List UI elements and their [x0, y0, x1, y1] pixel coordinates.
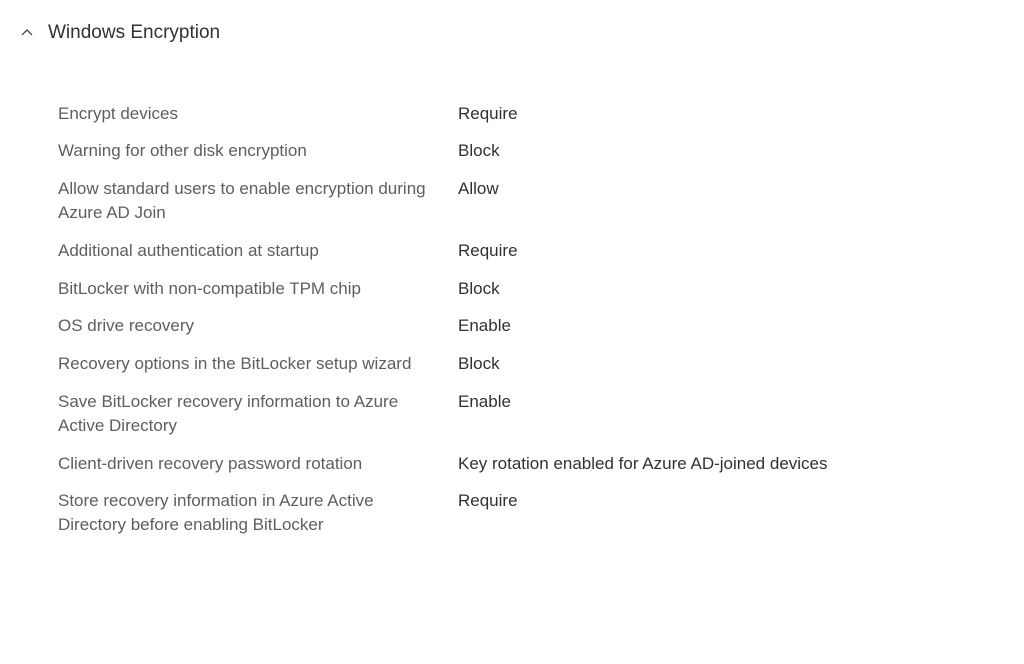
setting-value: Key rotation enabled for Azure AD-joined… [458, 452, 1004, 476]
setting-row: BitLocker with non-compatible TPM chip B… [58, 277, 1004, 301]
setting-row: Warning for other disk encryption Block [58, 139, 1004, 163]
setting-label: Recovery options in the BitLocker setup … [58, 352, 458, 376]
setting-label: Warning for other disk encryption [58, 139, 458, 163]
setting-label: BitLocker with non-compatible TPM chip [58, 277, 458, 301]
setting-value: Block [458, 277, 1004, 301]
setting-label: Allow standard users to enable encryptio… [58, 177, 458, 225]
setting-label: OS drive recovery [58, 314, 458, 338]
chevron-up-icon [20, 26, 34, 40]
setting-label: Store recovery information in Azure Acti… [58, 489, 458, 537]
section-title: Windows Encryption [48, 20, 220, 47]
setting-value: Require [458, 239, 1004, 263]
setting-row: Client-driven recovery password rotation… [58, 452, 1004, 476]
settings-list: Encrypt devices Require Warning for othe… [20, 102, 1004, 537]
setting-label: Encrypt devices [58, 102, 458, 126]
setting-value: Enable [458, 390, 1004, 414]
setting-value: Enable [458, 314, 1004, 338]
setting-row: Store recovery information in Azure Acti… [58, 489, 1004, 537]
setting-row: Save BitLocker recovery information to A… [58, 390, 1004, 438]
setting-value: Require [458, 102, 1004, 126]
setting-value: Require [458, 489, 1004, 513]
setting-row: Encrypt devices Require [58, 102, 1004, 126]
setting-value: Allow [458, 177, 1004, 201]
setting-value: Block [458, 352, 1004, 376]
setting-row: OS drive recovery Enable [58, 314, 1004, 338]
section-header-windows-encryption[interactable]: Windows Encryption [20, 20, 1004, 47]
setting-row: Additional authentication at startup Req… [58, 239, 1004, 263]
setting-label: Save BitLocker recovery information to A… [58, 390, 458, 438]
setting-row: Allow standard users to enable encryptio… [58, 177, 1004, 225]
setting-row: Recovery options in the BitLocker setup … [58, 352, 1004, 376]
setting-label: Additional authentication at startup [58, 239, 458, 263]
setting-label: Client-driven recovery password rotation [58, 452, 458, 476]
setting-value: Block [458, 139, 1004, 163]
